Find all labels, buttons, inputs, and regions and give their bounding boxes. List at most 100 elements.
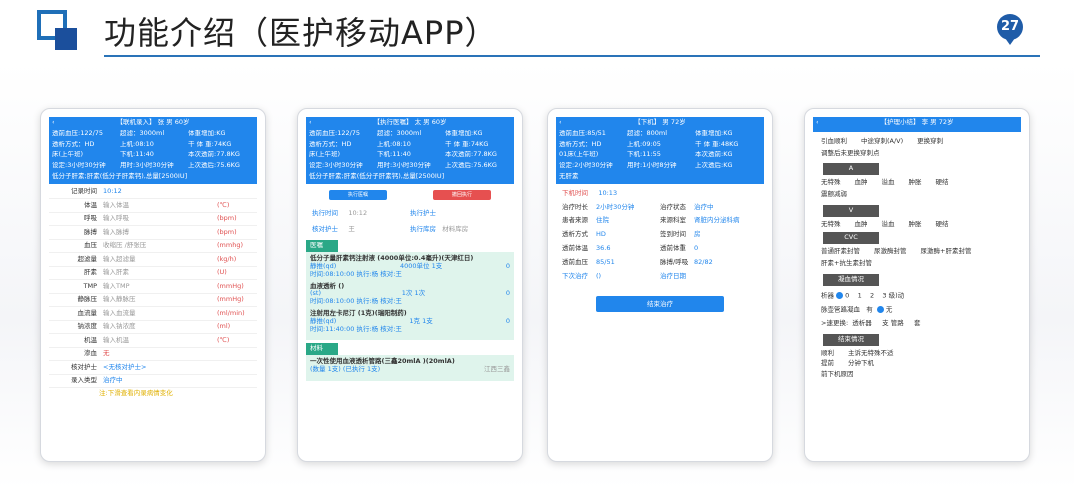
stat: 设定:3小时30分钟	[52, 162, 106, 170]
option[interactable]: 有	[866, 305, 873, 313]
check-nurse[interactable]: 王	[348, 225, 355, 233]
option[interactable]: 无特殊	[821, 178, 841, 187]
list-item[interactable]: 一次性使用血液透析管路(三鑫20mlA )(20mlA) (数量 1支) (已执…	[310, 357, 510, 374]
list-item[interactable]: 低分子量肝素钙注射液 (4000单位:0.4毫升)(天津红日) 静推(qd) 40…	[310, 254, 510, 278]
option[interactable]: 无特殊	[821, 220, 841, 229]
blood-flow-input[interactable]: 输入血流量	[103, 309, 217, 318]
end-treatment-button[interactable]: 结束治疗	[596, 296, 724, 313]
sodium-input[interactable]: 输入钠浓度	[103, 322, 217, 331]
option[interactable]: 硬结	[936, 178, 949, 187]
option[interactable]: 分钟下机	[848, 359, 874, 368]
option[interactable]: 2	[870, 291, 874, 299]
respiration-input[interactable]: 输入呼吸	[103, 214, 217, 223]
stat: 透析方式：HD	[309, 140, 352, 148]
machine-temp-input[interactable]: 输入机温	[103, 336, 217, 345]
form-row: 体温 输入体温 (℃)	[49, 199, 257, 213]
venous-pressure-input[interactable]: 输入静脉压	[103, 295, 217, 304]
option[interactable]: 主诉无特殊不适	[848, 349, 894, 358]
option[interactable]: 引血顺利	[821, 137, 847, 146]
exec-store[interactable]: 材料库房	[442, 225, 468, 233]
option[interactable]: 顺利	[821, 349, 834, 358]
back-icon[interactable]: ‹	[52, 118, 55, 127]
cvc-options: 普通肝素封管 尿激酶封管 尿激酶+肝素封管	[813, 247, 1021, 257]
back-icon[interactable]: ‹	[309, 118, 312, 127]
tablet-online-entry: ‹ 【联机录入】 张 男 60岁 透前血压:122/75 超滤：3000ml 体重增加…	[40, 108, 266, 462]
bleeding-select[interactable]: 无	[103, 349, 257, 358]
option[interactable]: 肿胀	[909, 178, 922, 187]
stat: 用时:1小时8分钟	[627, 162, 677, 170]
stat: 上机:09:05	[627, 140, 661, 148]
option[interactable]: 3	[882, 291, 886, 299]
stat: 本次透前:77.8KG	[445, 151, 497, 159]
option[interactable]: 支 管路	[882, 319, 904, 327]
list-item[interactable]: 注射用左卡尼汀 (1克)(瑞阳制药) 静推(qd) 1克 1支 0 时间:11:40…	[310, 309, 510, 333]
puncture-options: 引血顺利 中途穿刺(A/V) 更换穿刺	[813, 132, 1021, 147]
next-treatment[interactable]: ()	[596, 272, 601, 281]
form-row: 静脉压 输入静脉压 (mmHg)	[49, 294, 257, 308]
entry-type-select[interactable]: 治疗中	[103, 376, 257, 385]
offtime-value[interactable]: 10:13	[598, 189, 617, 197]
option[interactable]: 肝素+抗生素封管	[813, 257, 1021, 271]
heparin-input[interactable]: 输入肝素	[103, 268, 217, 277]
option[interactable]: 调整后未更换穿刺点	[813, 147, 1021, 161]
check-nurse-select[interactable]: <无核对护士>	[103, 363, 257, 372]
patient-header: ‹ 【联机录入】 张 男 60岁 透前血压:122/75 超滤：3000ml 体重增加…	[49, 117, 257, 184]
field-value: 肾脏内分泌科病	[694, 216, 740, 225]
stat: 干 体 重:48KG	[695, 140, 739, 148]
section-cvc: CVC	[823, 232, 879, 245]
temperature-input[interactable]: 输入体温	[103, 201, 217, 210]
anticoagulant-info: 低分子肝素;肝素(低分子肝素钙),总量[2500IU]	[309, 171, 445, 180]
option[interactable]: 肿胀	[909, 220, 922, 229]
field-value: HD	[596, 230, 606, 239]
option[interactable]: 溢血	[882, 178, 895, 187]
tmp-input[interactable]: 输入TMP	[103, 282, 217, 291]
back-icon[interactable]: ‹	[816, 118, 819, 127]
field-value: 房	[694, 230, 701, 239]
screen-title: 【联机录入】 张 男 60岁	[116, 118, 190, 126]
option[interactable]: 普通肝素封管	[821, 247, 860, 256]
back-icon[interactable]: ‹	[559, 118, 562, 127]
record-time[interactable]: 10:12	[103, 187, 257, 196]
option[interactable]: 硬结	[936, 220, 949, 229]
option[interactable]: 震颤减弱	[813, 188, 1021, 202]
stat: 用时:3小时30分钟	[377, 162, 431, 170]
radio-selected-icon[interactable]	[836, 291, 844, 299]
field-value: 36.6	[596, 243, 611, 252]
list-item[interactable]: 血液透析 () (st) 1次 1次 0 时间:08:10:00 执行:杨 核对:王	[310, 282, 510, 306]
ultrafiltration-input[interactable]: 输入超滤量	[103, 255, 217, 264]
form-row: 机温 输入机温 (℃)	[49, 334, 257, 348]
option[interactable]: 血肿	[855, 178, 868, 187]
end-options: 顺利 主诉无特殊不适	[813, 349, 1021, 359]
clotting-row: 析器 0 1 2 3 级)动	[821, 291, 905, 300]
option[interactable]: 前下机原因	[813, 368, 1021, 382]
exec-time[interactable]: 10:12	[348, 209, 367, 217]
option[interactable]: 更换穿刺	[917, 137, 943, 146]
form-row: 血流量 输入血流量 (ml/min)	[49, 307, 257, 321]
undo-execute-button[interactable]: 撤回执行	[433, 189, 491, 200]
title-underline	[104, 55, 1040, 57]
execute-order-button[interactable]: 执行医嘱	[329, 189, 387, 200]
option[interactable]: 尿激酶封管	[874, 247, 907, 256]
option[interactable]: 溢血	[882, 220, 895, 229]
section-a: A	[823, 163, 879, 176]
stat: 本次透前:KG	[695, 151, 733, 159]
field-value: 2小时30分钟	[596, 202, 635, 211]
a-options: 无特殊 血肿 溢血 肿胀 硬结	[813, 178, 1021, 188]
option[interactable]: 套	[914, 319, 921, 327]
blood-pressure-input[interactable]: 收缩压 /舒张压	[103, 241, 217, 250]
stat: 体重增加:KG	[445, 129, 483, 137]
pulse-input[interactable]: 输入脉搏	[103, 228, 217, 237]
option[interactable]: 血肿	[855, 220, 868, 229]
form-row: 渗血无	[49, 348, 257, 362]
option[interactable]: 1	[858, 291, 862, 299]
screen-title: 【执行医嘱】 太 男 60岁	[373, 118, 447, 126]
option[interactable]: 中途穿刺(A/V)	[861, 137, 903, 146]
end-options-2: 提前 分钟下机	[813, 359, 1021, 369]
option[interactable]: 提前	[821, 359, 834, 368]
replace-row: >速更换: 透析器 支 管路 套	[821, 319, 921, 328]
option[interactable]: 透析器	[852, 319, 872, 327]
vitals-form: 记录时间 10:12 体温 输入体温 (℃) 呼吸 输入呼吸 (bpm) 脉搏 输入脉搏 (b…	[49, 184, 257, 398]
option[interactable]: 尿激酶+肝素封管	[921, 247, 972, 256]
radio-selected-icon[interactable]	[876, 305, 884, 313]
field-value: 82/82	[694, 257, 713, 266]
